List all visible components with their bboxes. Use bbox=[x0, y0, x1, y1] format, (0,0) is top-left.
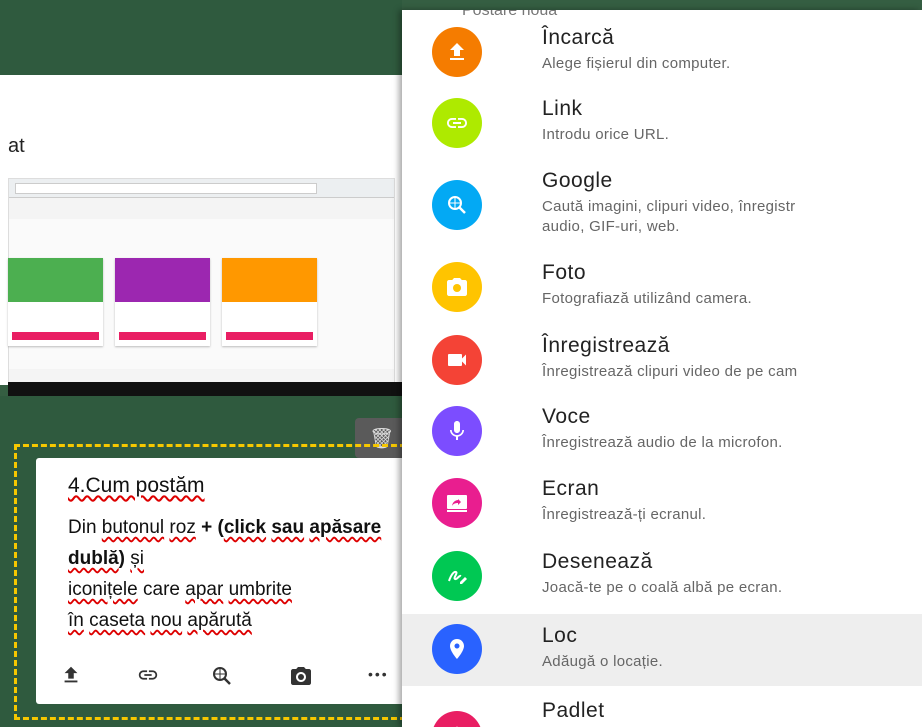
menu-item-desc: Înregistrează clipuri video de pe cam bbox=[542, 363, 798, 380]
tile-select-button bbox=[226, 332, 313, 340]
menu-item-title: Google bbox=[542, 169, 613, 192]
menu-item-desc: Alege fișierul din computer. bbox=[542, 55, 731, 72]
draw-icon bbox=[432, 551, 482, 601]
menu-item-title: Loc bbox=[542, 624, 578, 647]
more-options-icon[interactable]: ••• bbox=[368, 666, 389, 682]
menu-item-title: Desenează bbox=[542, 550, 653, 573]
menu-item-desc: Caută imagini, clipuri video, înregistr bbox=[542, 198, 796, 215]
padlet-icon bbox=[432, 711, 482, 727]
menu-item-desc: Adăugă o locație. bbox=[542, 653, 664, 670]
menu-item-title: Înregistrează bbox=[542, 334, 670, 357]
post-card[interactable]: 4.Cum postăm Din butonul roz + (click sa… bbox=[36, 458, 408, 704]
microphone-icon bbox=[432, 406, 482, 456]
menu-item-title: Padlet bbox=[542, 699, 605, 722]
browser-url-bar bbox=[15, 183, 317, 194]
post-body: Din butonul roz + (click sau apăsare dub… bbox=[68, 517, 382, 631]
menu-item-desc: Fotografiază utilizând camera. bbox=[542, 290, 752, 307]
menu-item-voice[interactable]: Voce Înregistrează audio de la microfon. bbox=[402, 399, 922, 469]
layout-tile-stream bbox=[115, 258, 210, 346]
layout-tile-grid bbox=[222, 258, 317, 346]
image-search-icon[interactable] bbox=[210, 664, 234, 688]
post-title: 4.Cum postăm bbox=[68, 474, 205, 497]
video-icon bbox=[432, 335, 482, 385]
taskbar bbox=[8, 382, 402, 396]
menu-item-desc-line2: audio, GIF-uri, web. bbox=[542, 218, 680, 235]
browser-toolbar bbox=[9, 179, 394, 198]
menu-item-draw[interactable]: Desenează Joacă-te pe o coală albă pe ec… bbox=[402, 544, 922, 614]
menu-item-title: Link bbox=[542, 97, 583, 120]
menu-header: Postare nouă bbox=[462, 10, 558, 19]
upload-icon bbox=[432, 27, 482, 77]
post-toolbar: ••• bbox=[60, 662, 400, 692]
menu-item-google[interactable]: Google Caută imagini, clipuri video, înr… bbox=[402, 163, 922, 243]
tile-image bbox=[8, 258, 103, 302]
menu-item-photo[interactable]: Foto Fotografiază utilizând camera. bbox=[402, 255, 922, 325]
menu-item-desc: Joacă-te pe o coală albă pe ecran. bbox=[542, 579, 783, 596]
tile-image bbox=[115, 258, 210, 302]
camera-icon[interactable] bbox=[288, 664, 314, 688]
menu-item-screen[interactable]: Ecran Înregistrează-ți ecranul. bbox=[402, 471, 922, 541]
menu-item-desc: Înregistrează-ți ecranul. bbox=[542, 506, 707, 523]
menu-item-title: Foto bbox=[542, 261, 587, 284]
menu-item-desc: Introdu orice URL. bbox=[542, 126, 670, 143]
layout-tile-canvas bbox=[8, 258, 103, 346]
tile-select-button bbox=[12, 332, 99, 340]
screen-share-icon bbox=[432, 478, 482, 528]
link-icon[interactable] bbox=[134, 664, 162, 686]
menu-item-title: Ecran bbox=[542, 477, 600, 500]
tile-select-button bbox=[119, 332, 206, 340]
new-post-menu: Postare nouă Încarcă Alege fișierul din … bbox=[402, 10, 922, 727]
menu-item-record-video[interactable]: Înregistrează Înregistrează clipuri vide… bbox=[402, 328, 922, 398]
menu-item-desc: Înregistrează audio de la microfon. bbox=[542, 434, 783, 451]
location-pin-icon bbox=[432, 624, 482, 674]
image-search-icon bbox=[432, 180, 482, 230]
menu-item-padlet[interactable]: Padlet bbox=[402, 691, 922, 727]
menu-item-title: Încarcă bbox=[542, 26, 615, 49]
board-top-strip bbox=[0, 0, 402, 75]
tile-image bbox=[222, 258, 317, 302]
camera-icon bbox=[432, 262, 482, 312]
menu-item-upload[interactable]: Încarcă Alege fișierul din computer. bbox=[402, 20, 922, 90]
menu-item-title: Voce bbox=[542, 405, 591, 428]
upload-icon[interactable] bbox=[60, 664, 82, 686]
menu-item-link[interactable]: Link Introdu orice URL. bbox=[402, 91, 922, 161]
card-partial-text: at bbox=[8, 135, 25, 157]
link-icon bbox=[432, 98, 482, 148]
menu-item-location[interactable]: Loc Adăugă o locație. bbox=[402, 614, 922, 686]
